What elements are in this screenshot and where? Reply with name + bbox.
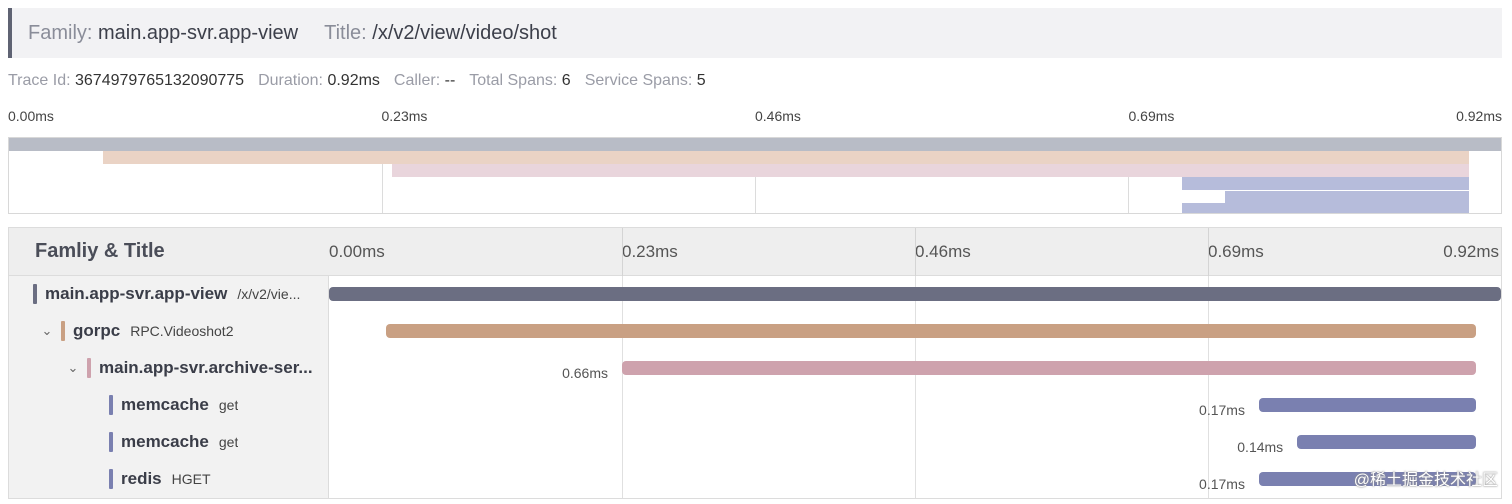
minimap-tick-label: 0.23ms <box>381 108 428 124</box>
timeline-tick-label: 0.46ms <box>915 242 971 261</box>
span-row-label[interactable]: main.app-svr.app-view/x/v2/vie... <box>33 279 325 309</box>
span-row-label[interactable]: redis HGET <box>109 464 325 494</box>
title-label: Title: <box>324 21 367 44</box>
span-timeline: Famliy & Title 0.00ms 0.23ms 0.46ms 0.69ms 0… <box>8 227 1502 499</box>
service-spans: Service Spans: 5 <box>585 72 706 90</box>
minimap-span-bar <box>391 164 1469 177</box>
timeline-tick-label: 0.92ms <box>1443 242 1499 261</box>
trace-id-label: Trace Id: <box>8 72 71 89</box>
title-group: Title: /x/v2/view/video/shot <box>324 22 557 45</box>
span-row-label[interactable]: ⌄ gorpc RPC.Videoshot2 <box>39 316 325 346</box>
minimap-span-bar <box>9 138 1501 151</box>
service-spans-value: 5 <box>696 72 706 89</box>
timeline-header-divider <box>1208 228 1209 276</box>
minimap-ticks: 0.00ms 0.23ms 0.46ms 0.69ms 0.92ms <box>8 108 1502 128</box>
trace-id: Trace Id: 3674979765132090775 <box>8 72 244 90</box>
span-duration-label: 0.66ms <box>562 365 608 381</box>
minimap-span-bar <box>1225 191 1469 203</box>
total-spans: Total Spans: 6 <box>469 72 570 90</box>
service-color-strip <box>87 358 91 378</box>
timeline-tick-label: 0.69ms <box>1208 242 1264 261</box>
watermark: @稀土掘金技术社区 <box>1353 472 1498 489</box>
span-title: get <box>218 397 239 413</box>
total-spans-value: 6 <box>561 72 571 89</box>
span-duration-bar[interactable] <box>1258 398 1476 412</box>
trace-id-value: 3674979765132090775 <box>75 72 245 89</box>
minimap-span-bar <box>1181 203 1469 213</box>
span-title: /x/v2/vie... <box>237 286 301 302</box>
service-color-strip <box>109 395 113 415</box>
family-label: Family: <box>28 21 93 44</box>
family-group: Family: main.app-svr.app-view <box>28 22 298 45</box>
span-family: gorpc <box>73 321 121 340</box>
timeline-tick-label: 0.00ms <box>329 242 385 261</box>
timeline-header-divider <box>915 228 916 276</box>
span-title: HGET <box>171 471 211 487</box>
span-duration-label: 0.17ms <box>1199 476 1245 492</box>
span-family: redis <box>121 469 162 488</box>
minimap-span-bar <box>103 151 1469 164</box>
caller-value: -- <box>444 72 456 89</box>
caller-label: Caller: <box>393 72 441 89</box>
span-duration-bar[interactable] <box>622 361 1476 375</box>
collapse-chevron-icon[interactable]: ⌄ <box>65 360 81 376</box>
timeline-header-divider <box>622 228 623 276</box>
span-row-label[interactable]: memcache get <box>109 427 325 457</box>
duration: Duration: 0.92ms <box>258 72 380 90</box>
family-value: main.app-svr.app-view <box>98 21 299 44</box>
timeline-gridline <box>1208 276 1209 498</box>
span-family: memcache <box>121 395 209 414</box>
timeline-header: Famliy & Title 0.00ms 0.23ms 0.46ms 0.69ms 0… <box>9 228 1501 276</box>
span-family: memcache <box>121 432 209 451</box>
timeline-tick-label: 0.23ms <box>622 242 678 261</box>
service-color-strip <box>109 469 113 489</box>
span-duration-label: 0.14ms <box>1237 439 1284 455</box>
span-row-label[interactable]: ⌄ main.app-svr.archive-ser... <box>65 353 325 383</box>
span-row-label[interactable]: memcache get <box>109 390 325 420</box>
duration-value: 0.92ms <box>327 72 380 89</box>
service-spans-label: Service Spans: <box>584 72 693 89</box>
minimap-tick-label: 0.46ms <box>755 108 801 124</box>
title-value: /x/v2/view/video/shot <box>372 21 557 44</box>
span-duration-bar[interactable] <box>386 324 1476 338</box>
span-title: RPC.Videoshot2 <box>130 323 234 339</box>
minimap-tick-label: 0.00ms <box>8 108 54 124</box>
minimap-tick-label: 0.69ms <box>1128 108 1175 124</box>
collapse-chevron-icon[interactable]: ⌄ <box>39 323 55 339</box>
service-color-strip <box>109 432 113 452</box>
span-title: get <box>218 434 239 450</box>
service-color-strip <box>33 284 37 304</box>
timeline-gridline <box>915 276 916 498</box>
duration-label: Duration: <box>258 72 323 89</box>
trace-meta: Trace Id: 3674979765132090775 Duration: … <box>8 70 720 92</box>
trace-minimap[interactable] <box>8 137 1502 214</box>
span-family: main.app-svr.archive-ser... <box>99 358 313 377</box>
minimap-tick-label: 0.92ms <box>1456 108 1502 124</box>
span-duration-bar[interactable] <box>1297 435 1476 449</box>
service-color-strip <box>61 321 65 341</box>
timeline-header-title: Famliy & Title <box>35 240 165 262</box>
minimap-span-bar <box>1181 177 1469 190</box>
span-family: main.app-svr.app-view <box>45 284 228 303</box>
span-duration-bar[interactable] <box>329 287 1501 301</box>
caller: Caller: -- <box>394 72 455 90</box>
span-duration-label: 0.17ms <box>1199 402 1245 418</box>
timeline-gridline <box>622 276 623 498</box>
total-spans-label: Total Spans: <box>469 72 558 89</box>
trace-header: Family: main.app-svr.app-view Title: /x/… <box>8 8 1502 58</box>
